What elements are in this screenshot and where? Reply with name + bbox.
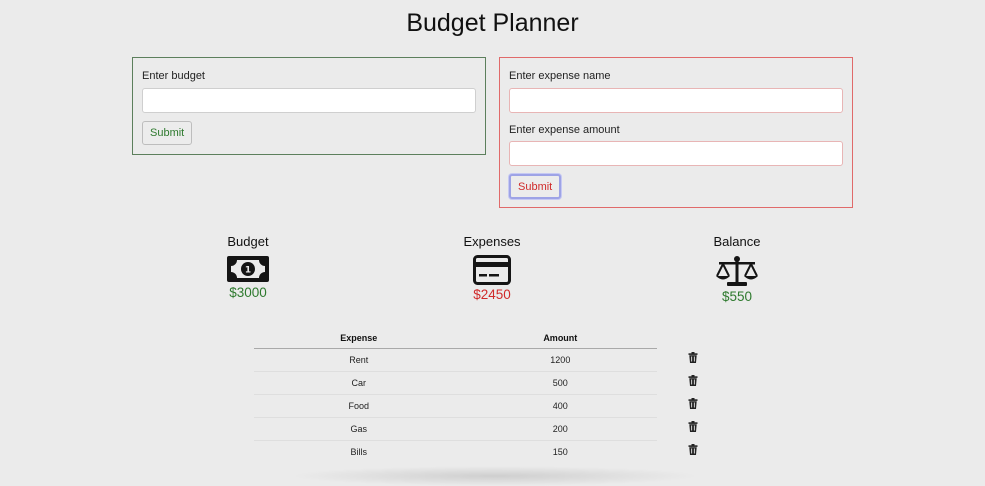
balance-summary-label: Balance — [713, 234, 761, 249]
budget-summary: Budget 1 $3000 — [178, 234, 318, 300]
expense-amount-cell: 500 — [463, 371, 657, 395]
expense-amount-cell: 150 — [552, 446, 568, 457]
expense-form: Enter expense name Enter expense amount … — [499, 57, 853, 208]
budget-summary-label: Budget — [227, 234, 269, 249]
trash-icon[interactable] — [688, 421, 698, 432]
credit-card-icon — [473, 255, 511, 285]
expenses-summary: Expenses $2450 — [422, 234, 562, 302]
amount-column-header: Amount — [463, 328, 657, 349]
expense-amount-cell: 1200 — [463, 348, 657, 372]
svg-text:1: 1 — [245, 266, 251, 276]
budget-submit-button[interactable]: Submit — [142, 121, 193, 145]
expenses-summary-label: Expenses — [463, 234, 521, 249]
expense-name-cell: Gas — [254, 417, 464, 441]
budget-form: Enter budget Submit — [132, 57, 486, 155]
expense-table: Expense Amount Rent 1200 Car 500 Food 40… — [254, 328, 657, 463]
budget-input-label: Enter budget — [142, 70, 205, 82]
budget-input[interactable] — [142, 88, 476, 113]
table-row: Gas 200 — [254, 417, 657, 441]
table-header-row: Expense Amount — [254, 328, 657, 349]
money-bill-icon: 1 — [227, 256, 269, 282]
trash-icon[interactable] — [688, 444, 698, 455]
table-row: Food 400 — [254, 394, 657, 418]
expense-column-header: Expense — [254, 328, 464, 349]
expenses-summary-value: $2450 — [473, 287, 511, 302]
trash-icon[interactable] — [688, 352, 698, 363]
expense-name-cell: Bills — [350, 446, 368, 457]
expense-name-cell: Food — [254, 394, 464, 418]
expense-name-label: Enter expense name — [509, 70, 611, 82]
expense-amount-cell: 400 — [463, 394, 657, 418]
expense-submit-button[interactable]: Submit — [509, 174, 562, 199]
bottom-shadow — [290, 466, 700, 486]
expense-name-input[interactable] — [509, 88, 843, 113]
expense-amount-input[interactable] — [509, 141, 843, 166]
table-row: Rent 1200 — [254, 348, 657, 372]
budget-summary-value: $3000 — [229, 285, 267, 300]
expense-amount-cell: 200 — [463, 417, 657, 441]
trash-icon[interactable] — [688, 398, 698, 409]
expense-amount-label: Enter expense amount — [509, 124, 620, 136]
expense-name-cell: Rent — [254, 348, 464, 372]
expense-name-cell: Car — [254, 371, 464, 395]
balance-summary-value: $550 — [721, 289, 753, 304]
page-title: Budget Planner — [406, 9, 579, 37]
scale-balance-icon — [716, 256, 758, 286]
trash-icon[interactable] — [688, 375, 698, 386]
balance-summary: Balance $550 — [667, 234, 807, 304]
table-row: Bills 150 — [254, 440, 657, 463]
table-row: Car 500 — [254, 371, 657, 395]
